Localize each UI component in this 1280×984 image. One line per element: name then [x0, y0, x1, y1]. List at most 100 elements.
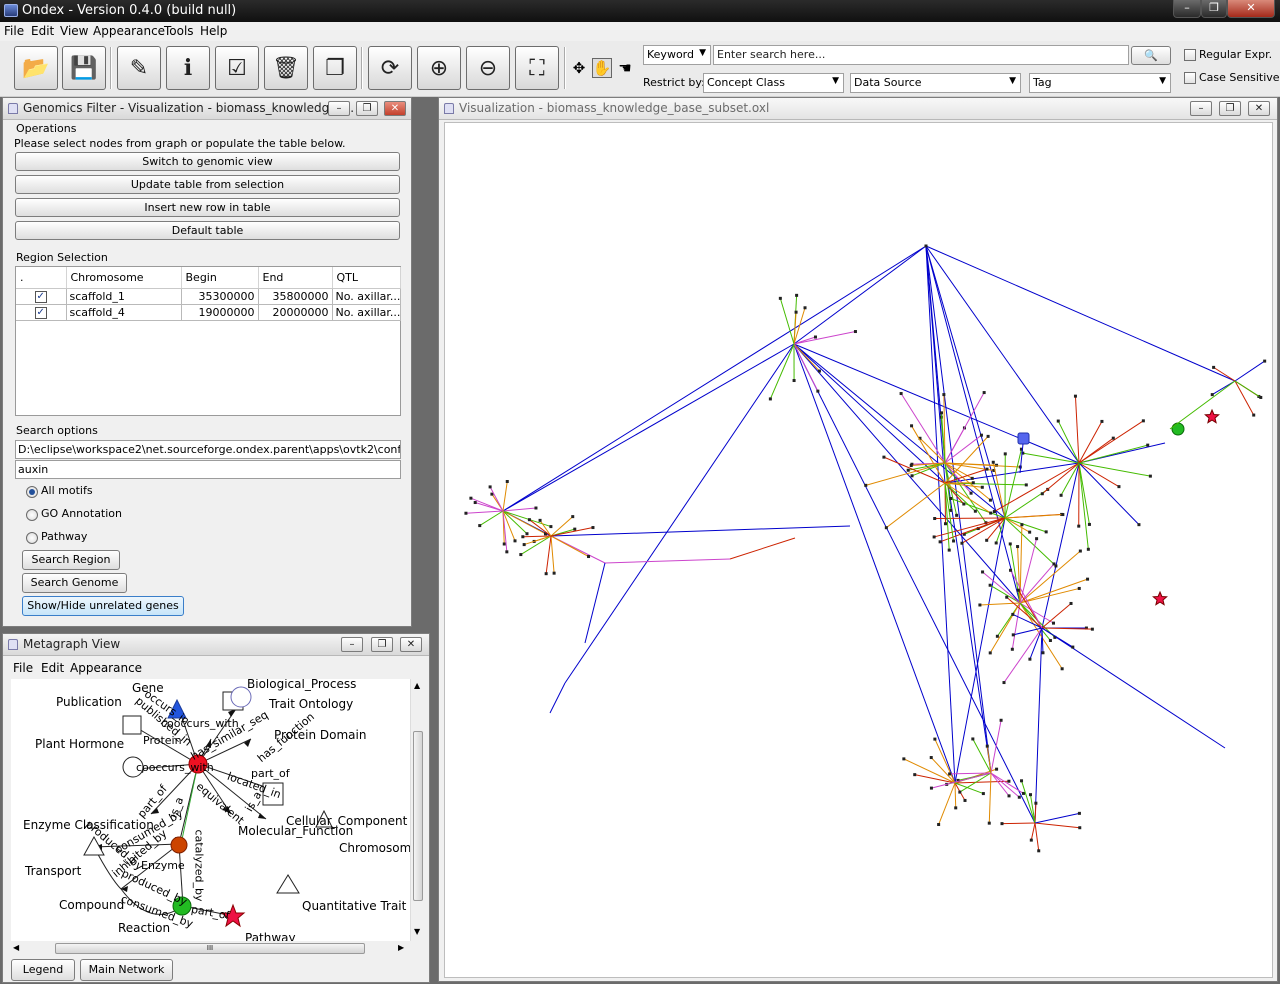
scroll-left-icon[interactable]: ◀ [13, 943, 19, 952]
graph-edge[interactable] [1034, 812, 1080, 824]
graph-edge[interactable] [1234, 380, 1255, 416]
graph-node[interactable] [982, 391, 986, 395]
case-sensitive-checkbox[interactable] [1184, 72, 1196, 84]
graph-edge[interactable] [465, 510, 504, 514]
search-type-select[interactable]: Keyword ▼ [643, 45, 711, 65]
visualization-minimize-button[interactable]: – [1190, 101, 1212, 116]
graph-node[interactable] [1003, 452, 1007, 456]
graph-node[interactable] [1051, 621, 1055, 625]
maximize-window-button[interactable]: ❐ [1201, 0, 1227, 18]
visualization-title-bar[interactable]: Visualization - biomass_knowledge_base_s… [439, 98, 1277, 120]
graph-node[interactable] [995, 634, 999, 638]
graph-node[interactable] [992, 510, 996, 514]
qtl-cell[interactable]: No. axillar... [332, 288, 401, 305]
graph-node[interactable] [1020, 523, 1024, 527]
graph-edge[interactable] [886, 482, 946, 529]
graph-node[interactable] [971, 737, 975, 741]
move-tool-button[interactable]: ✥ [569, 58, 589, 78]
graph-edge[interactable] [793, 245, 927, 345]
graph-node[interactable] [1044, 530, 1048, 534]
metagraph-title-bar[interactable]: Metagraph View – ❐ ✕ [3, 634, 429, 656]
graph-node[interactable] [778, 296, 782, 300]
graph-edge[interactable] [550, 535, 589, 557]
graph-node[interactable] [1087, 522, 1091, 526]
graph-node[interactable] [1016, 545, 1020, 549]
graph-edge[interactable] [502, 343, 795, 512]
graph-edge[interactable] [990, 720, 1002, 774]
graph-edge[interactable] [550, 535, 555, 574]
graph-node[interactable] [963, 798, 967, 802]
graph-node[interactable] [949, 497, 953, 501]
graph-node[interactable] [1052, 562, 1056, 566]
graph-node[interactable] [902, 757, 906, 761]
graph-node[interactable] [969, 491, 973, 495]
graph-node[interactable] [513, 539, 517, 543]
graph-node[interactable] [1069, 601, 1073, 605]
main-network-button[interactable]: Main Network [80, 959, 173, 981]
qtl-cell[interactable]: No. axillar... [332, 304, 401, 321]
graph-node[interactable] [980, 485, 984, 489]
insert-row-button[interactable]: Insert new row in table [15, 198, 400, 217]
graph-edge[interactable] [1078, 421, 1103, 464]
graph-edge[interactable] [954, 782, 957, 808]
graph-edge[interactable] [502, 481, 508, 512]
graph-node[interactable] [1059, 493, 1063, 497]
graph-edge[interactable] [1041, 462, 1080, 629]
begin-cell[interactable]: 19000000 [181, 304, 259, 321]
graph-node[interactable] [1210, 393, 1214, 397]
graph-node[interactable] [1028, 793, 1032, 797]
graph-edge[interactable] [1004, 514, 1063, 519]
graph-node[interactable] [933, 737, 937, 741]
graph-node[interactable] [1009, 568, 1013, 572]
minimize-window-button[interactable]: – [1173, 0, 1201, 18]
metagraph-maximize-button[interactable]: ❐ [371, 637, 393, 652]
graph-node[interactable] [952, 539, 956, 543]
graph-node[interactable] [884, 526, 888, 530]
graph-node[interactable] [1029, 838, 1033, 842]
pathway-star-node[interactable] [1204, 408, 1220, 424]
graph-node[interactable] [473, 501, 477, 505]
graph-node[interactable] [573, 527, 577, 531]
open-button[interactable]: 📂 [14, 46, 58, 90]
graph-node[interactable] [1010, 647, 1014, 651]
menu-view[interactable]: View [60, 24, 88, 38]
graph-node[interactable] [1000, 822, 1004, 826]
graph-node[interactable] [929, 756, 933, 760]
graph-node[interactable] [1024, 483, 1028, 487]
table-row[interactable]: ✓ scaffold_1 35300000 35800000 No. axill… [16, 288, 401, 305]
graph-node[interactable] [985, 744, 989, 748]
graph-node[interactable] [948, 772, 952, 776]
search-button[interactable]: 🔍 [1131, 46, 1171, 65]
graph-edge[interactable] [925, 245, 1236, 382]
concept-class-select[interactable]: Concept Class ▼ [703, 73, 844, 93]
metagraph-minimize-button[interactable]: – [341, 637, 363, 652]
column-header[interactable]: Begin [181, 267, 259, 289]
graph-node[interactable] [910, 424, 914, 428]
metagraph-menu-file[interactable]: File [13, 661, 33, 675]
graph-node[interactable] [988, 583, 992, 587]
data-source-select[interactable]: Data Source ▼ [850, 73, 1021, 93]
graph-node[interactable] [505, 550, 509, 554]
graph-node[interactable] [1016, 588, 1020, 592]
metagraph-menu-edit[interactable]: Edit [41, 661, 64, 675]
graph-edge[interactable] [934, 517, 1006, 538]
metagraph-close-button[interactable]: ✕ [400, 637, 422, 652]
graph-edge[interactable] [479, 510, 504, 527]
graph-node[interactable] [970, 476, 974, 480]
graph-node[interactable] [1077, 586, 1081, 590]
graph-node[interactable] [1035, 537, 1039, 541]
graph-node[interactable] [937, 823, 941, 827]
graph-node[interactable] [938, 540, 942, 544]
graph-node[interactable] [803, 306, 807, 310]
graph-node[interactable] [1137, 523, 1141, 527]
graph-node[interactable] [813, 335, 817, 339]
graph-node[interactable] [985, 538, 989, 542]
zoom-out-button[interactable]: ⊖ [466, 46, 510, 90]
zoom-in-button[interactable]: ⊕ [417, 46, 461, 90]
graph-node[interactable] [768, 397, 772, 401]
show-hide-unrelated-genes-button[interactable]: Show/Hide unrelated genes [22, 596, 184, 616]
column-header[interactable]: . [16, 267, 67, 289]
graph-node[interactable] [910, 474, 914, 478]
pathway-star-node[interactable] [1152, 590, 1168, 606]
column-header[interactable]: Chromosome [66, 267, 182, 289]
